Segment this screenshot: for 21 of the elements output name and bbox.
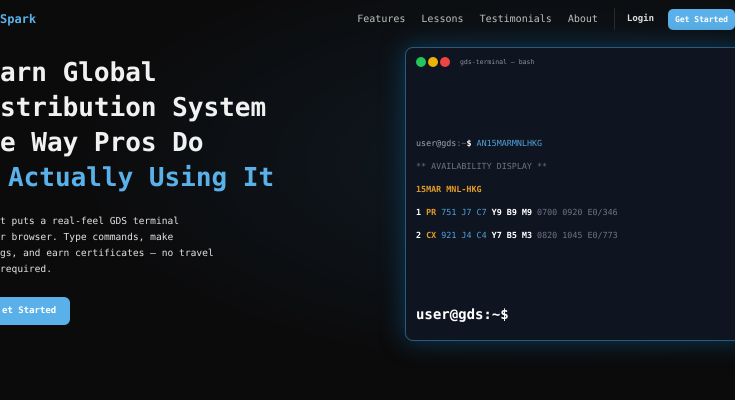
- headline-line: e Way Pros Do: [0, 127, 204, 160]
- nav-link[interactable]: About: [568, 14, 598, 24]
- nav-link[interactable]: Lessons: [421, 14, 464, 24]
- description-line: r browser. Type commands, make: [0, 231, 174, 245]
- description-line: t puts a real-feel GDS terminal: [0, 215, 180, 229]
- nav-link[interactable]: Testimonials: [480, 14, 552, 24]
- headline-highlight: Actually Using It: [7, 162, 276, 195]
- terminal-prompt: user@gds:~$: [416, 307, 510, 323]
- terminal-line: user@gds:~$ AN15MARMNLHKG: [416, 137, 544, 150]
- window-controls-icon: [416, 57, 450, 67]
- description-line: gs, and earn certificates — no travel: [0, 247, 215, 261]
- description-line: required.: [0, 263, 53, 277]
- headline-line: stribution System: [0, 92, 268, 125]
- brand-name[interactable]: Spark: [0, 12, 36, 26]
- terminal-line: 15MAR MNL-HKG: [416, 183, 483, 196]
- terminal-line: 1 PR 751 J7 C7 Y9 B9 M9 0700 0920 E0/346: [416, 206, 619, 219]
- nav-link[interactable]: Features: [357, 14, 406, 24]
- headline-line: arn Global: [0, 57, 158, 90]
- terminal-line: ** AVAILABILITY DISPLAY **: [416, 160, 548, 173]
- terminal-line: 2 CX 921 J4 C4 Y7 B5 M3 0820 1045 E0/773: [416, 229, 619, 242]
- login-link[interactable]: Login: [626, 14, 654, 24]
